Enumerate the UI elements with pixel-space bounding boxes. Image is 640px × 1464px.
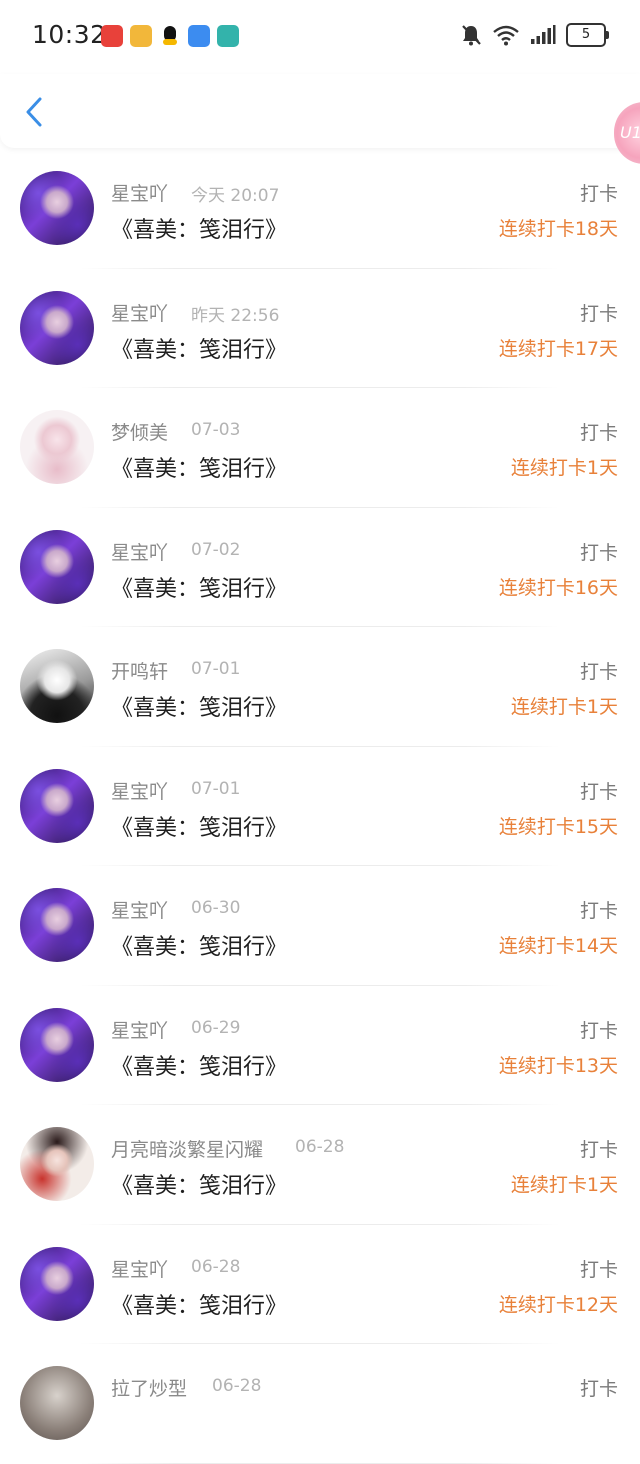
username: 星宝吖 — [111, 780, 169, 803]
timestamp: 06-28 — [295, 1137, 345, 1157]
system-icons: 5 — [460, 23, 609, 47]
list-item[interactable]: 拉了炒型 06-28 打卡 — [0, 1344, 640, 1464]
book-title: 《喜美：笺泪行》 — [111, 337, 288, 363]
message-icon — [188, 25, 210, 47]
wifi-icon — [492, 24, 520, 46]
status-bar: 10:32 5 — [0, 0, 640, 74]
battery-indicator: 5 — [566, 23, 609, 47]
avatar[interactable] — [20, 290, 94, 365]
username: 星宝吖 — [111, 1019, 169, 1042]
timestamp: 06-28 — [212, 1376, 262, 1396]
book-title: 《喜美：笺泪行》 — [111, 1174, 288, 1199]
username: 梦倾美 — [111, 422, 169, 444]
app-icon-red — [101, 25, 123, 47]
signal-icon — [530, 25, 556, 45]
avatar[interactable] — [20, 1366, 94, 1440]
username: 拉了炒型 — [111, 1378, 188, 1400]
timestamp: 今天 20:07 — [191, 186, 280, 206]
list-item[interactable]: 星宝吖 06-28 《喜美：笺泪行》 打卡 连续打卡12天 — [0, 1225, 640, 1345]
page-header: U1 — [0, 74, 640, 164]
timestamp: 06-30 — [191, 898, 241, 918]
timestamp: 06-28 — [191, 1256, 241, 1277]
username: 星宝吖 — [111, 302, 169, 325]
streak-label: 连续打卡1天 — [510, 457, 618, 479]
streak-label: 连续打卡17天 — [498, 337, 618, 360]
list-item[interactable]: 星宝吖 07-01 《喜美：笺泪行》 打卡 连续打卡15天 — [0, 747, 640, 867]
avatar[interactable] — [20, 171, 94, 245]
timestamp: 07-03 — [191, 420, 241, 440]
avatar[interactable] — [20, 529, 94, 604]
username: 月亮暗淡繁星闪耀 — [111, 1139, 264, 1161]
avatar[interactable] — [20, 410, 94, 484]
avatar[interactable] — [20, 768, 94, 843]
shield-icon — [217, 25, 239, 47]
action-label: 打卡 — [579, 541, 618, 564]
timestamp: 07-02 — [191, 539, 241, 560]
book-title: 《喜美：笺泪行》 — [111, 457, 288, 482]
list-item[interactable]: 梦倾美 07-03 《喜美：笺泪行》 打卡 连续打卡1天 — [0, 388, 640, 508]
streak-label: 连续打卡14天 — [498, 935, 618, 957]
notification-icons — [101, 25, 239, 49]
book-title: 《喜美：笺泪行》 — [111, 576, 288, 602]
avatar[interactable] — [20, 1007, 94, 1082]
username: 星宝吖 — [111, 900, 169, 922]
list-item[interactable]: 星宝吖 07-02 《喜美：笺泪行》 打卡 连续打卡16天 — [0, 508, 640, 628]
chevron-left-icon — [26, 97, 42, 127]
book-title: 《喜美：笺泪行》 — [111, 1293, 288, 1319]
timestamp: 昨天 22:56 — [191, 305, 280, 326]
list-item[interactable]: 星宝吖 06-29 《喜美：笺泪行》 打卡 连续打卡13天 — [0, 986, 640, 1106]
username: 开鸣轩 — [111, 661, 169, 683]
streak-label: 连续打卡1天 — [510, 1174, 618, 1196]
timestamp: 06-29 — [191, 1017, 241, 1038]
action-label: 打卡 — [579, 1258, 618, 1281]
streak-label: 连续打卡15天 — [498, 815, 618, 838]
book-title: 《喜美：笺泪行》 — [111, 935, 288, 960]
back-button[interactable] — [20, 94, 50, 130]
streak-label: 连续打卡13天 — [498, 1054, 618, 1077]
checkin-list: 星宝吖 今天 20:07 《喜美：笺泪行》 打卡 连续打卡18天 星宝吖 昨天 … — [0, 149, 640, 1464]
action-label: 打卡 — [579, 1378, 618, 1400]
username: 星宝吖 — [111, 183, 169, 205]
action-label: 打卡 — [579, 1139, 618, 1161]
bell-off-icon — [460, 23, 482, 47]
list-item[interactable]: 星宝吖 06-30 《喜美：笺泪行》 打卡 连续打卡14天 — [0, 866, 640, 986]
action-label: 打卡 — [579, 302, 618, 325]
action-label: 打卡 — [579, 422, 618, 444]
avatar[interactable] — [20, 888, 94, 962]
action-label: 打卡 — [579, 780, 618, 803]
weibo-icon — [130, 25, 152, 47]
streak-label: 连续打卡18天 — [498, 218, 618, 240]
book-title: 《喜美：笺泪行》 — [111, 815, 288, 841]
list-item[interactable]: 星宝吖 昨天 22:56 《喜美：笺泪行》 打卡 连续打卡17天 — [0, 269, 640, 389]
avatar[interactable] — [20, 1127, 94, 1201]
action-label: 打卡 — [579, 900, 618, 922]
list-item[interactable]: 星宝吖 今天 20:07 《喜美：笺泪行》 打卡 连续打卡18天 — [0, 149, 640, 269]
streak-label: 连续打卡16天 — [498, 576, 618, 599]
action-label: 打卡 — [579, 1019, 618, 1042]
avatar[interactable] — [20, 649, 94, 723]
book-title: 《喜美：笺泪行》 — [111, 696, 288, 721]
avatar[interactable] — [20, 1246, 94, 1321]
timestamp: 07-01 — [191, 659, 241, 679]
username: 星宝吖 — [111, 1258, 169, 1281]
qq-icon — [159, 25, 181, 47]
username: 星宝吖 — [111, 541, 169, 564]
action-label: 打卡 — [579, 661, 618, 683]
streak-label: 连续打卡1天 — [510, 696, 618, 718]
timestamp: 07-01 — [191, 778, 241, 799]
action-label: 打卡 — [579, 183, 618, 205]
clock-time: 10:32 — [32, 20, 107, 49]
book-title: 《喜美：笺泪行》 — [111, 1054, 288, 1080]
book-title: 《喜美：笺泪行》 — [111, 218, 288, 243]
list-item[interactable]: 开鸣轩 07-01 《喜美：笺泪行》 打卡 连续打卡1天 — [0, 627, 640, 747]
streak-label: 连续打卡12天 — [498, 1293, 618, 1316]
list-item[interactable]: 月亮暗淡繁星闪耀 06-28 《喜美：笺泪行》 打卡 连续打卡1天 — [0, 1105, 640, 1225]
